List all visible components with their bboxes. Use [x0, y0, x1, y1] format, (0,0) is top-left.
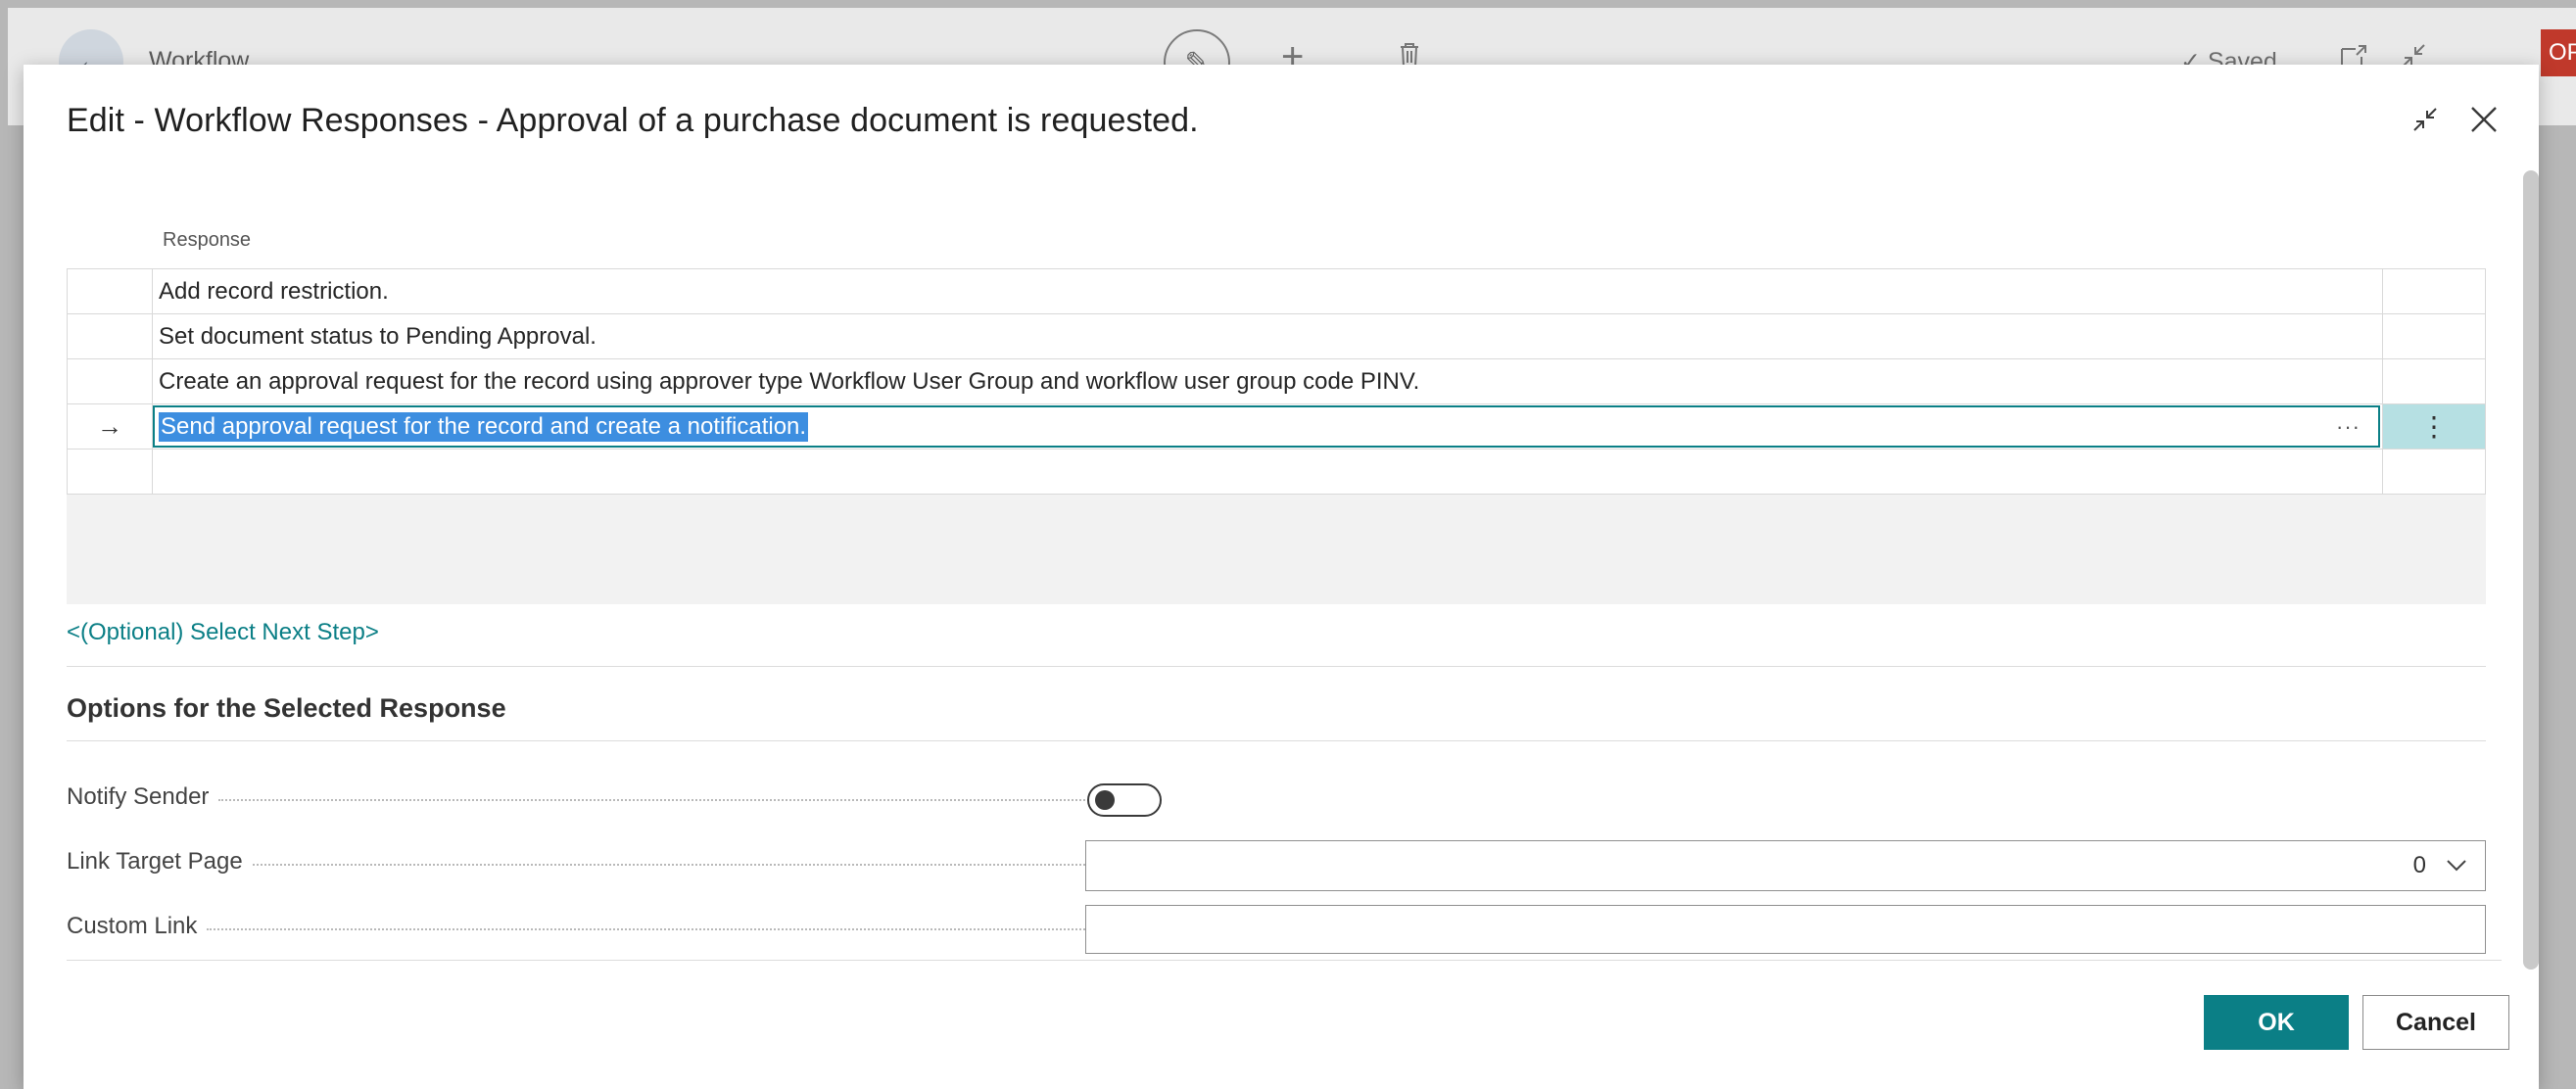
scrollbar[interactable]: [2523, 170, 2539, 970]
dotted-leader: [252, 864, 1105, 866]
row-indicator[interactable]: [67, 450, 153, 494]
response-cell[interactable]: Create an approval request for the recor…: [153, 359, 2382, 403]
row-action-cell[interactable]: [2382, 314, 2486, 358]
divider: [67, 740, 2486, 741]
status-badge: OP: [2541, 29, 2576, 76]
response-cell[interactable]: Set document status to Pending Approval.: [153, 314, 2382, 358]
selected-text[interactable]: Send approval request for the record and…: [159, 411, 809, 442]
custom-link-input[interactable]: [1085, 905, 2486, 954]
dotted-leader: [207, 928, 1105, 930]
chevron-down-icon[interactable]: [2446, 853, 2467, 878]
ellipsis-icon[interactable]: ···: [2336, 414, 2361, 440]
table-row[interactable]: Set document status to Pending Approval.: [67, 314, 2486, 359]
cancel-button[interactable]: Cancel: [2362, 995, 2509, 1050]
row-indicator[interactable]: [67, 359, 153, 403]
link-target-page-value: 0: [2412, 852, 2426, 878]
collapse-icon[interactable]: [2406, 100, 2445, 139]
more-options-icon[interactable]: ⋮: [2382, 404, 2486, 449]
select-next-step-link[interactable]: <(Optional) Select Next Step>: [67, 619, 379, 646]
row-action-cell[interactable]: [2382, 359, 2486, 403]
row-indicator[interactable]: [67, 269, 153, 313]
table-row-selected[interactable]: → Send approval request for the record a…: [67, 404, 2486, 450]
close-icon[interactable]: [2464, 100, 2504, 139]
notify-sender-label: Notify Sender: [67, 783, 1105, 811]
edit-dialog: Edit - Workflow Responses - Approval of …: [24, 65, 2539, 1089]
row-action-cell[interactable]: [2382, 450, 2486, 494]
link-target-page-label: Link Target Page: [67, 848, 1105, 876]
response-cell-selected[interactable]: Send approval request for the record and…: [153, 405, 2380, 448]
response-cell[interactable]: Add record restriction.: [153, 269, 2382, 313]
section-title: Options for the Selected Response: [67, 693, 506, 723]
table-row[interactable]: Create an approval request for the recor…: [67, 359, 2486, 404]
link-target-page-select[interactable]: 0: [1085, 840, 2486, 891]
column-header-response: Response: [163, 229, 252, 251]
table-row[interactable]: Add record restriction.: [67, 269, 2486, 314]
notify-sender-toggle[interactable]: [1087, 783, 1162, 817]
ok-button[interactable]: OK: [2204, 995, 2349, 1050]
arrow-right-icon[interactable]: →: [67, 404, 153, 449]
divider: [67, 666, 2486, 667]
dialog-title: Edit - Workflow Responses - Approval of …: [67, 102, 1199, 139]
custom-link-label: Custom Link: [67, 913, 1105, 940]
responses-grid: Add record restriction. Set document sta…: [67, 268, 2486, 604]
table-row[interactable]: [67, 450, 2486, 495]
toggle-knob: [1095, 790, 1115, 810]
grid-empty-area: [67, 495, 2486, 604]
response-cell[interactable]: [153, 450, 2382, 494]
row-indicator[interactable]: [67, 314, 153, 358]
row-action-cell[interactable]: [2382, 269, 2486, 313]
divider: [67, 960, 2502, 961]
dotted-leader: [218, 799, 1105, 801]
